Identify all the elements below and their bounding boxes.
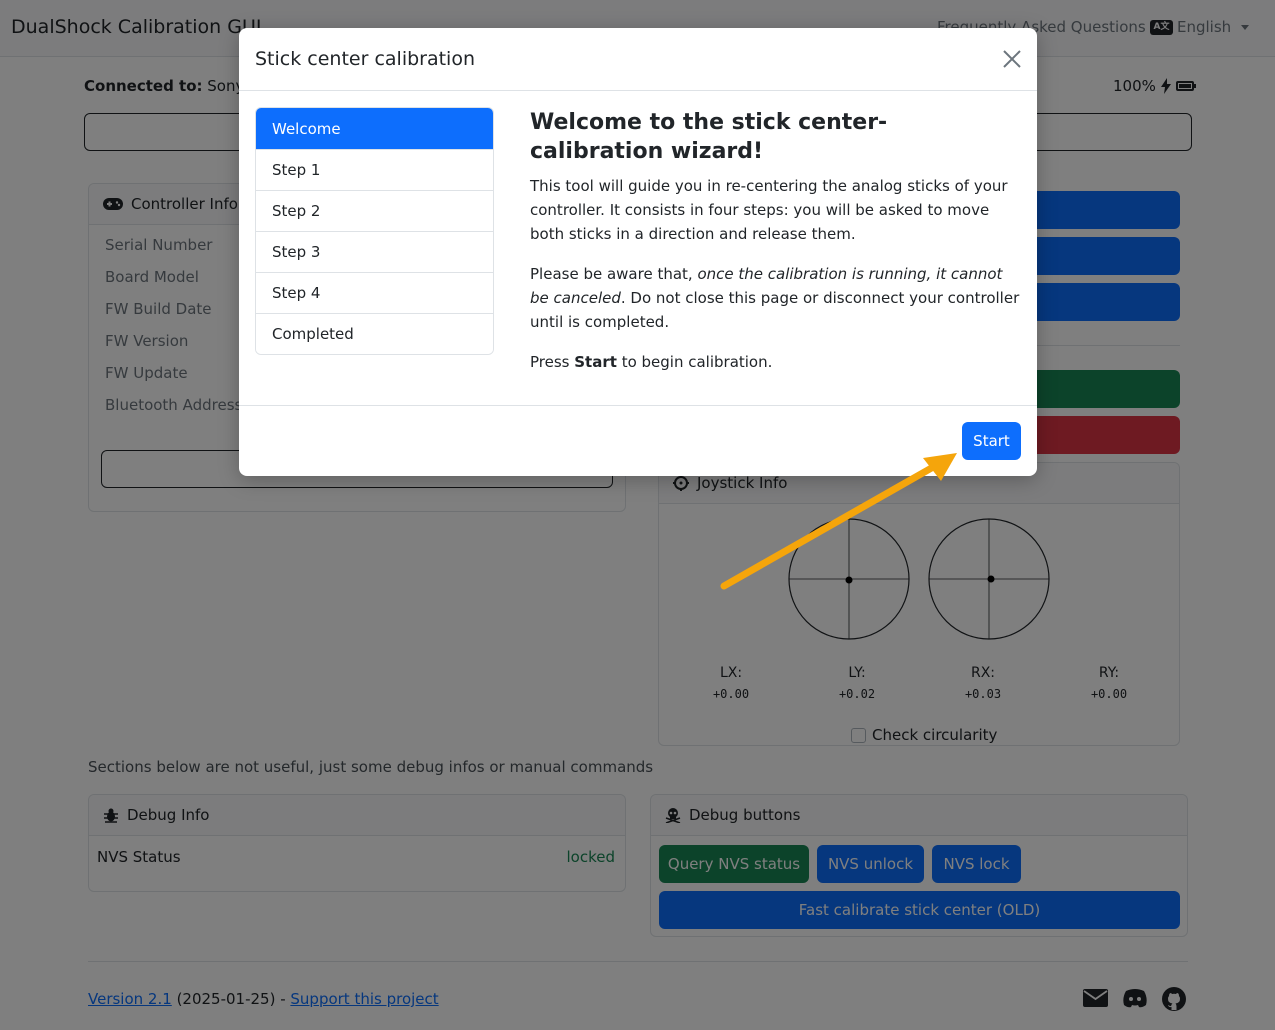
step-2: Step 2 (256, 190, 493, 231)
step-completed: Completed (256, 313, 493, 354)
modal-footer-divider (239, 405, 1037, 406)
start-button[interactable]: Start (962, 422, 1021, 460)
instruction-text-1: Press (530, 353, 575, 371)
wizard-intro: This tool will guide you in re-centering… (530, 177, 1008, 243)
step-welcome: Welcome (256, 108, 493, 149)
wizard-steps: Welcome Step 1 Step 2 Step 3 Step 4 Comp… (255, 107, 494, 355)
modal-title: Stick center calibration (255, 48, 476, 70)
calibration-modal: Stick center calibration Welcome Step 1 … (239, 28, 1037, 476)
warning-text-1: Please be aware that, (530, 265, 698, 283)
step-4: Step 4 (256, 272, 493, 313)
step-3: Step 3 (256, 231, 493, 272)
modal-header: Stick center calibration (239, 28, 1037, 91)
step-1: Step 1 (256, 149, 493, 190)
close-icon[interactable] (1001, 48, 1023, 70)
instruction-text-2: to begin calibration. (616, 353, 773, 371)
wizard-instruction: Press Start to begin calibration. (530, 350, 1020, 374)
wizard-warning: Please be aware that, once the calibrati… (530, 262, 1020, 334)
wizard-heading: Welcome to the stick center-calibration … (530, 110, 888, 164)
modal-body: Welcome to the stick center-calibration … (530, 108, 1020, 390)
instruction-bold: Start (574, 353, 617, 371)
